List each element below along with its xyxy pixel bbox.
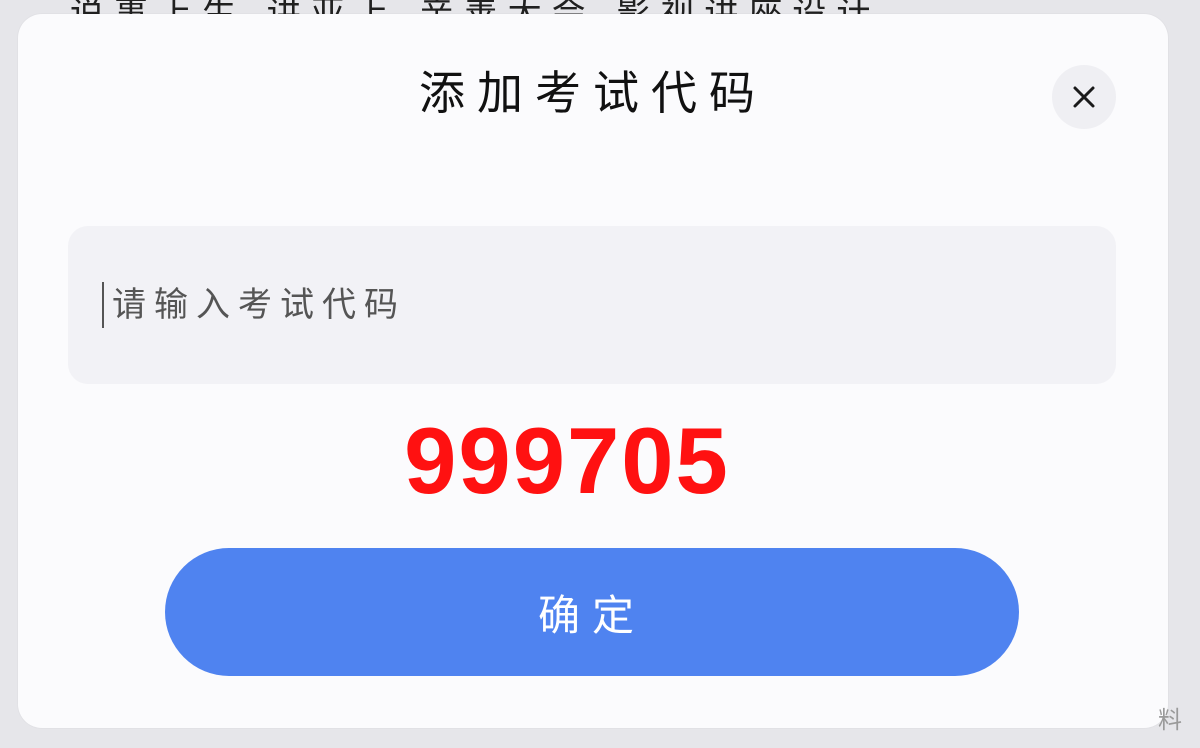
exam-code-input[interactable] xyxy=(112,275,1012,335)
text-caret xyxy=(102,282,104,328)
confirm-button[interactable]: 确定 xyxy=(165,548,1019,676)
close-button[interactable] xyxy=(1052,65,1116,129)
confirm-button-label: 确定 xyxy=(537,590,646,640)
exam-code-annotation: 999705 xyxy=(404,408,730,513)
add-exam-code-dialog: 添加考试代码 999705 确定 xyxy=(18,14,1168,728)
close-icon xyxy=(1073,86,1095,108)
corner-watermark: 料 xyxy=(1158,706,1182,734)
exam-code-input-box[interactable] xyxy=(68,226,1116,384)
dialog-title: 添加考试代码 xyxy=(419,66,767,120)
